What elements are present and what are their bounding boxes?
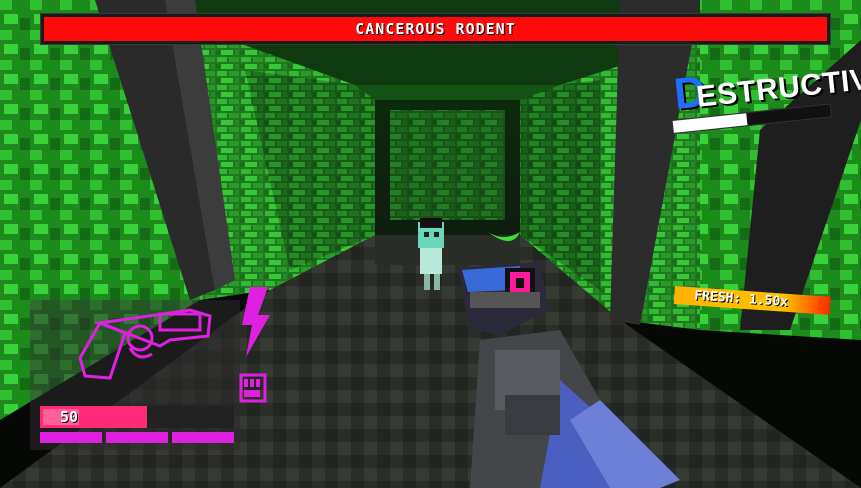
stamina-pip <box>172 432 234 443</box>
stamina-meter <box>40 432 235 458</box>
player-health-panel: 50 <box>40 398 235 460</box>
boss-name: CANCEROUS RODENT <box>355 20 516 38</box>
boss-health-bar: CANCEROUS RODENT <box>40 13 831 45</box>
stamina-pip <box>40 432 102 443</box>
revolver-icon <box>78 308 212 380</box>
health-value: 50 <box>60 408 79 426</box>
stamina-pip <box>106 432 168 443</box>
weapon-display <box>70 298 235 388</box>
game-viewport: CANCEROUS RODENT D ESTRUCTIVE FRESH: 1.5… <box>0 0 861 488</box>
ability-panel <box>238 285 272 405</box>
fist-icon <box>239 373 267 403</box>
lightning-icon <box>242 287 270 357</box>
